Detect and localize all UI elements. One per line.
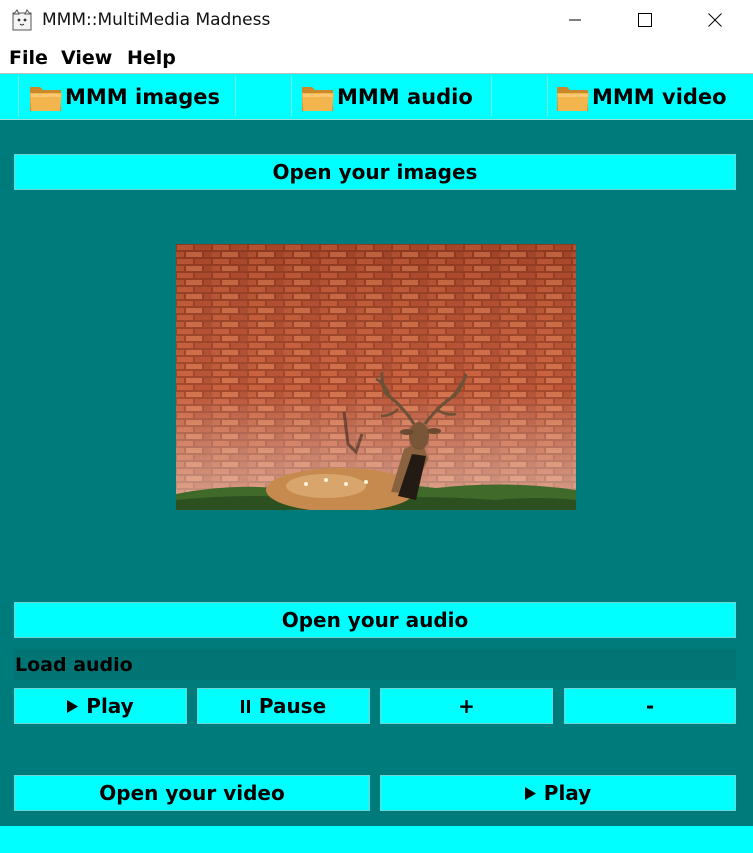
tab-bar: MMM images MMM audio MMM video	[0, 73, 753, 120]
video-play-label: Play	[543, 781, 592, 805]
tab-divider	[491, 76, 492, 116]
folder-icon	[30, 87, 62, 111]
title-bar: MMM::MultiMedia Madness	[0, 0, 753, 40]
cat-icon	[12, 9, 32, 31]
audio-pause-label: Pause	[258, 694, 327, 718]
status-footer	[0, 826, 753, 853]
minimize-icon	[569, 19, 581, 21]
window-title: MMM::MultiMedia Madness	[42, 10, 271, 30]
audio-play-label: Play	[86, 694, 134, 718]
tab-divider	[291, 76, 292, 116]
volume-down-button[interactable]: -	[564, 688, 736, 724]
audio-status-bar: Load audio	[14, 649, 736, 680]
image-preview	[176, 244, 576, 510]
menu-bar: File View Help	[0, 40, 753, 73]
menu-help[interactable]: Help	[127, 47, 176, 69]
close-button[interactable]	[692, 0, 738, 40]
folder-icon	[302, 87, 334, 111]
tab-divider	[547, 76, 548, 116]
audio-play-button[interactable]: Play	[14, 688, 187, 724]
tab-divider	[18, 76, 19, 116]
pause-icon	[240, 694, 251, 718]
close-icon	[708, 13, 722, 27]
deer-photo	[176, 244, 576, 510]
play-icon	[524, 781, 536, 805]
maximize-button[interactable]	[622, 0, 668, 40]
open-video-button[interactable]: Open your video	[14, 775, 370, 811]
menu-view[interactable]: View	[61, 47, 112, 69]
volume-up-button[interactable]: +	[380, 688, 553, 724]
tab-divider	[235, 76, 236, 116]
open-audio-button[interactable]: Open your audio	[14, 602, 736, 638]
open-images-button[interactable]: Open your images	[14, 154, 736, 190]
tab-video-label: MMM video	[592, 85, 727, 109]
folder-icon	[557, 87, 589, 111]
tab-audio[interactable]: MMM audio	[300, 78, 473, 116]
minimize-button[interactable]	[552, 0, 598, 40]
video-play-button[interactable]: Play	[380, 775, 736, 811]
main-panel: Open your images Open your audio Load au…	[0, 120, 753, 826]
audio-pause-button[interactable]: Pause	[197, 688, 370, 724]
tab-images[interactable]: MMM images	[28, 78, 220, 116]
maximize-icon	[638, 13, 652, 27]
menu-file[interactable]: File	[9, 47, 48, 69]
tab-video[interactable]: MMM video	[555, 78, 727, 116]
tab-audio-label: MMM audio	[337, 85, 473, 109]
load-audio-label: Load audio	[15, 654, 133, 676]
tab-images-label: MMM images	[65, 85, 221, 109]
play-icon	[67, 694, 79, 718]
